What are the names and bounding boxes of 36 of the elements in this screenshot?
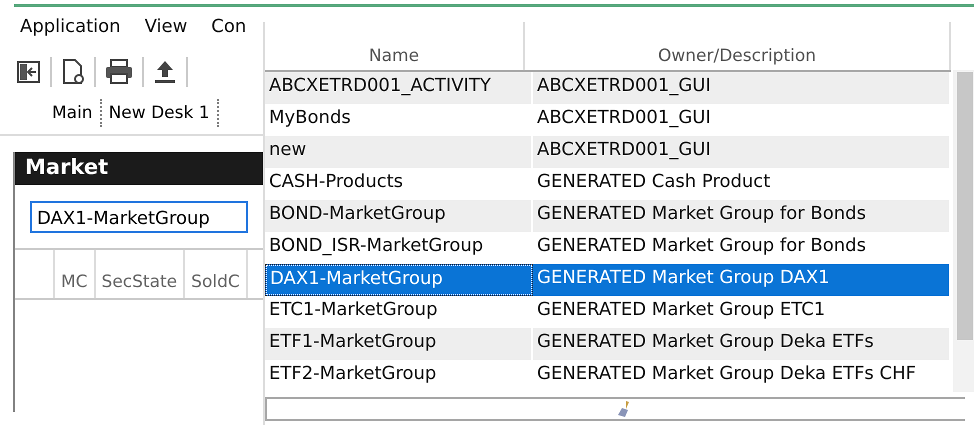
scroll-thumb[interactable] bbox=[957, 72, 973, 340]
column-header[interactable]: Name bbox=[265, 22, 525, 70]
scrollbar[interactable] bbox=[953, 70, 974, 392]
list-row[interactable]: ETF2-MarketGroup GENERATED Market Group Deka ETFs CHF bbox=[265, 360, 951, 392]
column-header[interactable]: Owner/Description bbox=[525, 22, 951, 70]
print-icon[interactable] bbox=[104, 58, 134, 86]
table-cell: new bbox=[265, 136, 533, 168]
list-row[interactable]: ABCXETRD001_ACTIVITY ABCXETRD001_GUI bbox=[265, 72, 951, 104]
input-field[interactable]: DAX1-MarketGroup bbox=[30, 201, 248, 233]
list-row[interactable]: DAX1-MarketGroup GENERATED Market Group DAX1 bbox=[265, 264, 951, 296]
table-cell: GENERATED Market Group for Bonds bbox=[533, 200, 951, 232]
exit-icon[interactable] bbox=[16, 59, 42, 85]
filter-field[interactable] bbox=[265, 397, 965, 421]
menu-item[interactable]: View bbox=[144, 16, 188, 52]
document-icon[interactable] bbox=[60, 58, 86, 86]
table-cell: ETF1-MarketGroup bbox=[265, 328, 533, 360]
list-row[interactable]: ETF1-MarketGroup GENERATED Market Group Deka ETFs bbox=[265, 328, 951, 360]
table-cell: ABCXETRD001_ACTIVITY bbox=[265, 72, 533, 104]
column-header[interactable]: SoldC bbox=[185, 250, 248, 298]
table-cell: BOND-MarketGroup bbox=[265, 200, 533, 232]
list-row[interactable]: new ABCXETRD001_GUI bbox=[265, 136, 951, 168]
list-row[interactable]: BOND-MarketGroup GENERATED Market Group for Bonds bbox=[265, 200, 951, 232]
table-cell: ABCXETRD001_GUI bbox=[533, 72, 951, 104]
table-cell: GENERATED Market Group Deka ETFs bbox=[533, 328, 951, 360]
table-cell: GENERATED Market Group DAX1 bbox=[533, 264, 951, 296]
table-cell: ABCXETRD001_GUI bbox=[533, 136, 951, 168]
column-header[interactable]: SecState bbox=[96, 250, 186, 298]
table-cell: DAX1-MarketGroup bbox=[265, 264, 533, 296]
table-cell: GENERATED Market Group Deka ETFs CHF bbox=[533, 360, 951, 392]
column-header[interactable]: MC bbox=[55, 250, 96, 298]
desk-tab[interactable]: New Desk 1 bbox=[102, 99, 219, 127]
broom-icon[interactable] bbox=[617, 400, 631, 418]
menu-item[interactable]: Application bbox=[20, 16, 121, 52]
menu-item[interactable]: Con bbox=[211, 16, 246, 52]
desk-tab[interactable]: Main bbox=[45, 99, 102, 127]
table-cell: ETF2-MarketGroup bbox=[265, 360, 533, 392]
